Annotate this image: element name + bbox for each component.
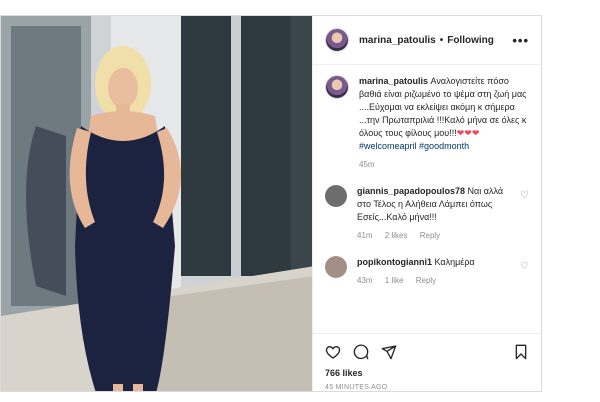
caption-avatar[interactable] [325, 75, 349, 99]
following-button[interactable]: Following [447, 35, 494, 46]
share-direct-icon[interactable] [381, 344, 397, 360]
separator-dot: • [439, 34, 444, 46]
comment-item: giannis_papadopoulos78 Ναι αλλά στο Τέλο… [325, 185, 529, 242]
hashtag-goodmonth[interactable]: #goodmonth [419, 141, 469, 151]
comment-likes[interactable]: 2 likes [385, 231, 408, 240]
hashtag-welcomeapril[interactable]: #welcomeapril [359, 141, 417, 151]
comment-like-heart-icon[interactable]: ♡ [520, 189, 529, 202]
post-timestamp[interactable]: 45 MINUTES AGO [325, 384, 529, 391]
instagram-post: marina_patoulis • Following ••• marina_p… [0, 15, 542, 392]
like-heart-icon[interactable] [325, 344, 341, 360]
post-photo[interactable] [1, 16, 312, 391]
comment-like-heart-icon[interactable]: ♡ [520, 260, 529, 273]
comment-text: Καλημέρα [434, 257, 475, 267]
caption-username[interactable]: marina_patoulis [359, 76, 428, 86]
comment-bubble-icon[interactable] [353, 344, 369, 360]
caption-hearts: ❤❤❤ [456, 128, 480, 138]
comment-username[interactable]: popikontogianni1 [357, 257, 432, 267]
post-sidebar: marina_patoulis • Following ••• marina_p… [312, 16, 541, 391]
comment-likes[interactable]: 1 like [385, 276, 404, 285]
commenter-avatar[interactable] [325, 185, 347, 207]
photo-illustration [1, 16, 312, 391]
caption-time[interactable]: 45m [359, 160, 375, 169]
comment-time[interactable]: 41m [357, 231, 373, 240]
reply-button[interactable]: Reply [420, 231, 440, 240]
comment-time[interactable]: 43m [357, 276, 373, 285]
comment-item: popikontogianni1 Καλημέρα 43m 1 like Rep… [325, 256, 529, 287]
save-bookmark-icon[interactable] [513, 344, 529, 360]
author-username[interactable]: marina_patoulis [359, 35, 436, 46]
likes-count[interactable]: 766 likes [325, 368, 529, 378]
comment-username[interactable]: giannis_papadopoulos78 [357, 186, 465, 196]
commenter-avatar[interactable] [325, 256, 347, 278]
post-actions: 766 likes 45 MINUTES AGO [313, 333, 541, 391]
caption: marina_patoulis Αναλογιστείτε πόσο βαθιά… [325, 75, 529, 171]
comments-list: marina_patoulis Αναλογιστείτε πόσο βαθιά… [313, 65, 541, 333]
reply-button[interactable]: Reply [416, 276, 436, 285]
author-avatar[interactable] [325, 28, 349, 52]
post-header: marina_patoulis • Following ••• [313, 16, 541, 65]
more-options-icon[interactable]: ••• [512, 33, 529, 48]
